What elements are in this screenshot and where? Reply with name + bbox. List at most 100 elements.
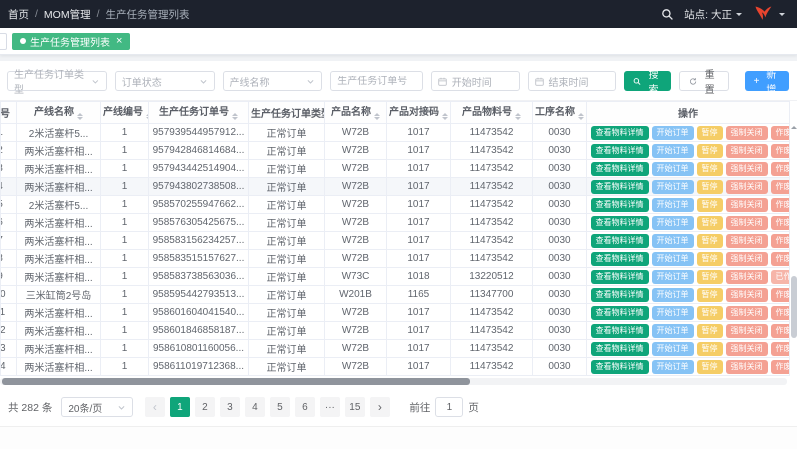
page-button-5[interactable]: 5 (270, 397, 290, 417)
void-button[interactable]: 作废 (771, 252, 790, 266)
site-selector[interactable]: 站点: 大正 (684, 7, 742, 22)
user-menu[interactable] (752, 4, 785, 24)
pause-button[interactable]: 暂停 (697, 198, 723, 212)
view-material-button[interactable]: 查看物料详情 (591, 342, 649, 356)
void-button[interactable]: 已作废 (771, 270, 790, 284)
pause-button[interactable]: 暂停 (697, 252, 723, 266)
page-button-2[interactable]: 2 (195, 397, 215, 417)
order-status-select[interactable]: 订单状态 (115, 71, 215, 91)
start-order-button[interactable]: 开始订单 (652, 234, 694, 248)
void-button[interactable]: 作废 (771, 342, 790, 356)
force-close-button[interactable]: 强制关闭 (726, 144, 768, 158)
column-header-line-code[interactable]: 产线编号 (101, 102, 149, 124)
void-button[interactable]: 作废 (771, 180, 790, 194)
force-close-button[interactable]: 强制关闭 (726, 234, 768, 248)
end-time-field[interactable]: 结束时间 (528, 71, 617, 91)
column-header-line-name[interactable]: 产线名称 (17, 102, 101, 124)
order-type-select[interactable]: 生产任务订单类型 (7, 71, 107, 91)
column-header-order-no[interactable]: 生产任务订单号 (149, 102, 249, 124)
sort-caret-icon[interactable] (374, 110, 380, 123)
search-icon[interactable] (661, 8, 674, 21)
void-button[interactable]: 作废 (771, 306, 790, 320)
force-close-button[interactable]: 强制关闭 (726, 198, 768, 212)
view-material-button[interactable]: 查看物料详情 (591, 252, 649, 266)
breadcrumb-home[interactable]: 首页 (8, 7, 29, 22)
view-material-button[interactable]: 查看物料详情 (591, 234, 649, 248)
view-material-button[interactable]: 查看物料详情 (591, 180, 649, 194)
goto-page-input[interactable] (435, 397, 463, 417)
view-material-button[interactable]: 查看物料详情 (591, 360, 649, 374)
view-material-button[interactable]: 查看物料详情 (591, 324, 649, 338)
view-material-button[interactable]: 查看物料详情 (591, 270, 649, 284)
force-close-button[interactable]: 强制关闭 (726, 306, 768, 320)
search-button[interactable]: 搜索 (624, 71, 671, 91)
force-close-button[interactable]: 强制关闭 (726, 252, 768, 266)
start-order-button[interactable]: 开始订单 (652, 126, 694, 140)
column-header-product-material-no[interactable]: 产品物料号 (451, 102, 533, 124)
pause-button[interactable]: 暂停 (697, 360, 723, 374)
line-name-select[interactable]: 产线名称 (223, 71, 323, 91)
tab-close-icon[interactable]: × (116, 36, 122, 47)
force-close-button[interactable]: 强制关闭 (726, 324, 768, 338)
view-material-button[interactable]: 查看物料详情 (591, 126, 649, 140)
scroll-up-icon[interactable] (791, 123, 797, 129)
column-header-process-name[interactable]: 工序名称 (533, 102, 587, 124)
void-button[interactable]: 作废 (771, 144, 790, 158)
page-button-6[interactable]: 6 (295, 397, 315, 417)
void-button[interactable]: 作废 (771, 162, 790, 176)
view-material-button[interactable]: 查看物料详情 (591, 288, 649, 302)
start-order-button[interactable]: 开始订单 (652, 144, 694, 158)
column-header-product-dock-code[interactable]: 产品对接码 (387, 102, 451, 124)
start-order-button[interactable]: 开始订单 (652, 324, 694, 338)
page-ellipsis[interactable]: ··· (320, 397, 340, 417)
void-button[interactable]: 作废 (771, 288, 790, 302)
start-time-field[interactable]: 开始时间 (431, 71, 520, 91)
pause-button[interactable]: 暂停 (697, 342, 723, 356)
void-button[interactable]: 作废 (771, 126, 790, 140)
order-no-input[interactable] (337, 76, 415, 87)
pause-button[interactable]: 暂停 (697, 234, 723, 248)
start-order-button[interactable]: 开始订单 (652, 216, 694, 230)
view-material-button[interactable]: 查看物料详情 (591, 162, 649, 176)
page-button-4[interactable]: 4 (245, 397, 265, 417)
page-button-3[interactable]: 3 (220, 397, 240, 417)
start-order-button[interactable]: 开始订单 (652, 162, 694, 176)
force-close-button[interactable]: 强制关闭 (726, 360, 768, 374)
pause-button[interactable]: 暂停 (697, 324, 723, 338)
prev-page-button[interactable]: ‹ (145, 397, 165, 417)
start-order-button[interactable]: 开始订单 (652, 288, 694, 302)
page-button-15[interactable]: 15 (345, 397, 365, 417)
void-button[interactable]: 作废 (771, 324, 790, 338)
pause-button[interactable]: 暂停 (697, 306, 723, 320)
pause-button[interactable]: 暂停 (697, 288, 723, 302)
page-size-select[interactable]: 20条/页 (61, 397, 133, 417)
pause-button[interactable]: 暂停 (697, 162, 723, 176)
start-order-button[interactable]: 开始订单 (652, 252, 694, 266)
force-close-button[interactable]: 强制关闭 (726, 180, 768, 194)
void-button[interactable]: 作废 (771, 234, 790, 248)
vertical-scrollbar-thumb[interactable] (791, 276, 797, 338)
page-button-1[interactable]: 1 (170, 397, 190, 417)
force-close-button[interactable]: 强制关闭 (726, 216, 768, 230)
force-close-button[interactable]: 强制关闭 (726, 288, 768, 302)
start-order-button[interactable]: 开始订单 (652, 342, 694, 356)
view-material-button[interactable]: 查看物料详情 (591, 144, 649, 158)
force-close-button[interactable]: 强制关闭 (726, 162, 768, 176)
reset-button[interactable]: 重置 (679, 71, 728, 91)
start-order-button[interactable]: 开始订单 (652, 270, 694, 284)
start-order-button[interactable]: 开始订单 (652, 360, 694, 374)
pause-button[interactable]: 暂停 (697, 270, 723, 284)
sort-caret-icon[interactable] (77, 110, 83, 123)
start-order-button[interactable]: 开始订单 (652, 180, 694, 194)
sort-caret-icon[interactable] (515, 110, 521, 123)
start-order-button[interactable]: 开始订单 (652, 306, 694, 320)
view-material-button[interactable]: 查看物料详情 (591, 216, 649, 230)
view-material-button[interactable]: 查看物料详情 (591, 306, 649, 320)
view-material-button[interactable]: 查看物料详情 (591, 198, 649, 212)
next-page-button[interactable]: › (370, 397, 390, 417)
start-order-button[interactable]: 开始订单 (652, 198, 694, 212)
sort-caret-icon[interactable] (232, 110, 238, 123)
add-button[interactable]: + 新增 (745, 71, 789, 91)
sort-caret-icon[interactable] (442, 110, 448, 123)
breadcrumb-mom[interactable]: MOM管理 (44, 7, 91, 22)
